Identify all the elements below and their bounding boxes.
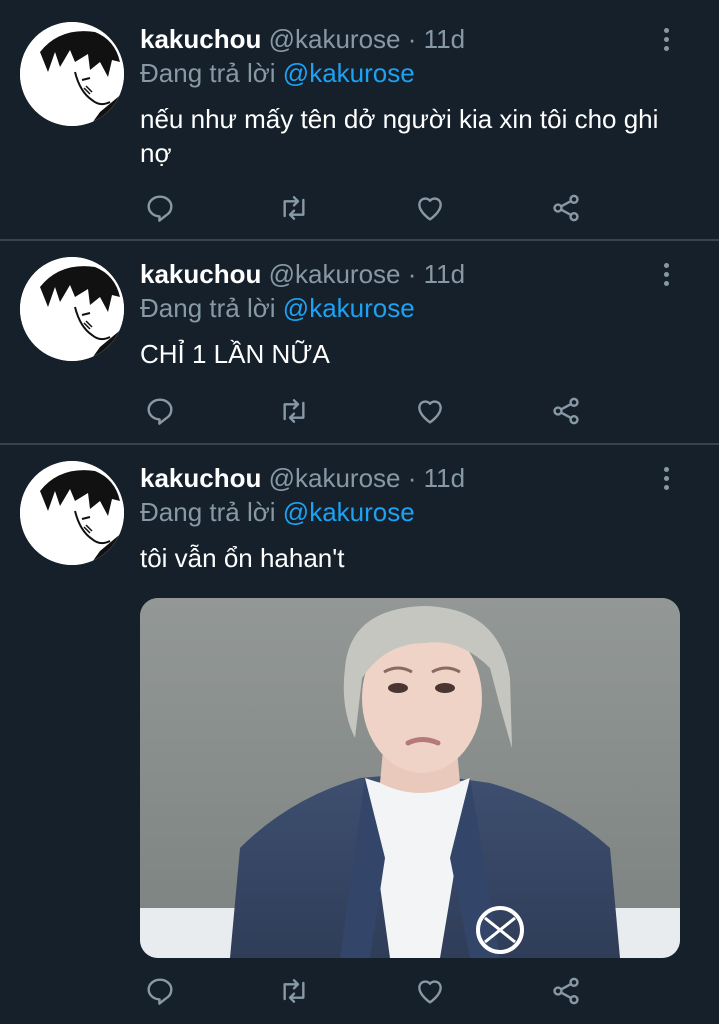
replying-to: Đang trả lời @kakurose <box>140 56 415 90</box>
replying-to: Đang trả lời @kakurose <box>140 291 415 325</box>
action-bar <box>140 188 680 228</box>
avatar[interactable] <box>20 22 124 126</box>
avatar[interactable] <box>20 461 124 565</box>
reply-icon[interactable] <box>140 391 180 431</box>
mention-link[interactable]: @kakurose <box>283 58 415 88</box>
share-icon[interactable] <box>546 391 586 431</box>
photo-illustration <box>140 598 680 958</box>
separator-dot: · <box>407 463 417 493</box>
separator-dot: · <box>407 24 417 54</box>
mention-link[interactable]: @kakurose <box>283 293 415 323</box>
tweet-media-photo[interactable] <box>140 598 680 958</box>
retweet-icon[interactable] <box>274 971 314 1011</box>
tweet-1[interactable]: kakuchou @kakurose · 11d Đang trả lời @k… <box>0 22 719 232</box>
tweet-text: CHỈ 1 LẦN NỮA <box>140 339 330 369</box>
tweet-header: kakuchou @kakurose · 11d <box>140 22 465 56</box>
divider <box>0 239 719 241</box>
replying-prefix: Đang trả lời <box>140 58 276 88</box>
user-handle[interactable]: @kakurose <box>269 463 401 493</box>
action-bar <box>140 971 680 1011</box>
more-options-icon[interactable] <box>652 22 680 56</box>
display-name[interactable]: kakuchou <box>140 259 261 289</box>
separator-dot: · <box>407 259 417 289</box>
replying-prefix: Đang trả lời <box>140 293 276 323</box>
reply-icon[interactable] <box>140 188 180 228</box>
share-icon[interactable] <box>546 971 586 1011</box>
tweet-text: nếu như mấy tên dở người kia xin tôi cho… <box>140 104 659 168</box>
replying-prefix: Đang trả lời <box>140 497 276 527</box>
tweet-header: kakuchou @kakurose · 11d <box>140 461 465 495</box>
heart-icon[interactable] <box>410 188 450 228</box>
display-name[interactable]: kakuchou <box>140 24 261 54</box>
share-icon[interactable] <box>546 188 586 228</box>
timestamp[interactable]: 11d <box>424 259 465 289</box>
tweet-2[interactable]: kakuchou @kakurose · 11d Đang trả lời @k… <box>0 257 719 432</box>
replying-to: Đang trả lời @kakurose <box>140 495 415 529</box>
timestamp[interactable]: 11d <box>424 463 465 493</box>
heart-icon[interactable] <box>410 391 450 431</box>
user-handle[interactable]: @kakurose <box>269 24 401 54</box>
more-options-icon[interactable] <box>652 257 680 291</box>
tweet-header: kakuchou @kakurose · 11d <box>140 257 465 291</box>
avatar[interactable] <box>20 257 124 361</box>
tweet-3[interactable]: kakuchou @kakurose · 11d Đang trả lời @k… <box>0 461 719 1024</box>
retweet-icon[interactable] <box>274 188 314 228</box>
reply-icon[interactable] <box>140 971 180 1011</box>
display-name[interactable]: kakuchou <box>140 463 261 493</box>
action-bar <box>140 391 680 431</box>
heart-icon[interactable] <box>410 971 450 1011</box>
more-options-icon[interactable] <box>652 461 680 495</box>
divider <box>0 443 719 445</box>
mention-link[interactable]: @kakurose <box>283 497 415 527</box>
user-handle[interactable]: @kakurose <box>269 259 401 289</box>
retweet-icon[interactable] <box>274 391 314 431</box>
timestamp[interactable]: 11d <box>424 24 465 54</box>
tweet-text: tôi vẫn ổn hahan't <box>140 543 345 573</box>
